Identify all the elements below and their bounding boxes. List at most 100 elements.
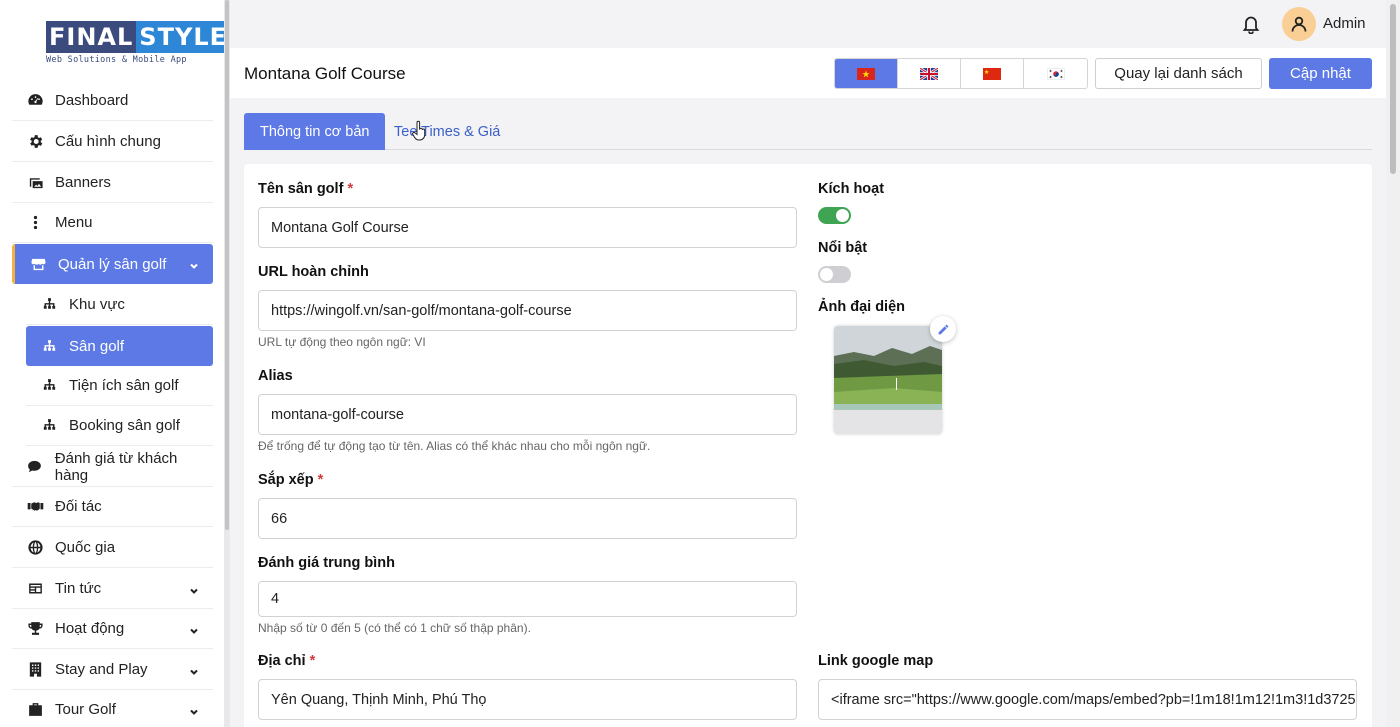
images-icon (26, 174, 44, 192)
china-flag-icon (983, 67, 1001, 80)
sidebar-item-general-config[interactable]: Cấu hình chung (12, 122, 213, 162)
active-toggle[interactable] (818, 207, 851, 224)
update-button[interactable]: Cập nhật (1269, 58, 1372, 89)
sort-label: Sắp xếp * (258, 472, 323, 488)
globe-icon (26, 539, 44, 557)
language-ko-button[interactable] (1024, 59, 1087, 88)
sidebar-item-countries[interactable]: Quốc gia (12, 528, 213, 568)
comment-icon (26, 458, 44, 476)
edit-image-button[interactable] (930, 316, 956, 342)
sitemap-icon (40, 337, 58, 355)
suitcase-icon (26, 701, 44, 719)
brand-logo[interactable]: FINAL STYLE Web Solutions & Mobile App (46, 21, 231, 65)
sidebar-item-partners[interactable]: Đối tác (12, 487, 213, 527)
user-icon (1291, 16, 1307, 32)
sidebar-item-golf-management[interactable]: Quản lý sân golf (12, 244, 213, 284)
map-label: Link google map (818, 653, 934, 669)
back-to-list-button[interactable]: Quay lại danh sách (1095, 58, 1262, 89)
name-input[interactable]: Montana Golf Course (258, 207, 797, 248)
featured-label: Nổi bật (818, 240, 868, 256)
avatar[interactable] (1282, 7, 1316, 41)
newspaper-icon (26, 580, 44, 598)
sidebar-item-label: Khu vực (69, 296, 125, 313)
url-input[interactable]: https://wingolf.vn/san-golf/montana-golf… (258, 290, 797, 331)
language-en-button[interactable] (898, 59, 961, 88)
logo-word-final: FINAL (46, 21, 137, 53)
sidebar-item-dashboard[interactable]: Dashboard (12, 81, 213, 121)
sidebar-item-label: Quản lý sân golf (58, 255, 167, 273)
korea-flag-icon (1046, 67, 1065, 80)
chevron-down-icon (189, 583, 199, 594)
sidebar-item-news[interactable]: Tin tức (12, 569, 213, 609)
sidebar-item-menu[interactable]: Menu (12, 203, 213, 243)
tab-tee-times[interactable]: Tee Times & Giá (378, 113, 516, 150)
sitemap-icon (40, 377, 58, 395)
rating-input[interactable]: 4 (258, 581, 797, 617)
sidebar-item-label: Quốc gia (55, 539, 116, 556)
logo-mark: FINAL STYLE (46, 21, 231, 53)
sidebar-scrollbar[interactable] (224, 0, 230, 727)
sidebar-item-stay-and-play[interactable]: Stay and Play (12, 650, 213, 690)
sidebar-item-tour-golf[interactable]: Tour Golf (12, 690, 213, 727)
chevron-down-icon (189, 623, 199, 634)
vietnam-flag-icon (857, 67, 875, 80)
sidebar-item-label: Tiện ích sân golf (69, 377, 179, 394)
map-input[interactable]: <iframe src="https://www.google.com/maps… (818, 679, 1357, 720)
alias-hint: Để trống để tự động tạo từ tên. Alias có… (258, 439, 651, 453)
name-label: Tên sân golf * (258, 181, 353, 197)
sidebar-item-label: Đối tác (55, 498, 102, 515)
hand-cursor-icon (412, 120, 426, 141)
chevron-down-icon (189, 258, 199, 269)
sidebar-item-golf-booking[interactable]: Booking sân golf (26, 406, 213, 446)
tab-basic-info[interactable]: Thông tin cơ bản (244, 113, 386, 150)
user-name[interactable]: Admin (1323, 15, 1366, 32)
sidebar-item-label: Tin tức (55, 580, 102, 597)
page-header: Montana Golf Course Quay lại danh sách C… (230, 48, 1386, 98)
rating-label: Đánh giá trung bình (258, 555, 395, 571)
sidebar-item-activities[interactable]: Hoạt động (12, 609, 213, 649)
address-label: Địa chỉ * (258, 653, 315, 669)
chevron-down-icon (189, 664, 199, 675)
sidebar-scrollbar-thumb[interactable] (225, 0, 229, 530)
pencil-icon (938, 324, 948, 334)
address-label-text: Địa chỉ (258, 653, 306, 669)
name-label-text: Tên sân golf (258, 181, 344, 197)
sidebar-item-region[interactable]: Khu vực (26, 285, 213, 325)
sidebar-item-reviews[interactable]: Đánh giá từ khách hàng (12, 447, 213, 487)
toggle-knob (820, 268, 833, 281)
language-vi-button[interactable] (835, 59, 898, 88)
image-label: Ảnh đại diện (818, 299, 905, 315)
sidebar-item-golf-course[interactable]: Sân golf (26, 326, 213, 366)
topbar: Admin (230, 0, 1386, 48)
chevron-down-icon (189, 704, 199, 715)
sidebar-item-label: Sân golf (69, 337, 125, 355)
sidebar-item-label: Booking sân golf (69, 417, 180, 434)
page-scrollbar[interactable] (1386, 0, 1400, 727)
sidebar-item-banners[interactable]: Banners (12, 163, 213, 203)
sort-label-text: Sắp xếp (258, 472, 314, 488)
language-zh-button[interactable] (961, 59, 1024, 88)
sidebar-item-label: Menu (55, 214, 93, 231)
alias-label: Alias (258, 368, 293, 384)
sitemap-icon (40, 296, 58, 314)
golf-course-photo (834, 326, 942, 434)
featured-image[interactable] (834, 326, 942, 434)
sidebar-item-label: Đánh giá từ khách hàng (54, 449, 178, 484)
logo-word-style: STYLE (136, 21, 231, 53)
required-mark: * (317, 472, 324, 488)
featured-toggle[interactable] (818, 266, 851, 283)
url-hint: URL tự động theo ngôn ngữ: VI (258, 335, 426, 349)
bell-icon[interactable] (1242, 14, 1260, 35)
logo-tagline: Web Solutions & Mobile App (46, 55, 187, 65)
alias-input[interactable]: montana-golf-course (258, 394, 797, 435)
sidebar-item-golf-amenities[interactable]: Tiện ích sân golf (26, 366, 213, 406)
sidebar-item-label: Banners (55, 174, 111, 191)
sidebar: FINAL STYLE Web Solutions & Mobile App D… (0, 0, 231, 727)
trophy-icon (26, 620, 44, 638)
store-icon (29, 255, 47, 273)
address-input[interactable]: Yên Quang, Thịnh Minh, Phú Thọ (258, 679, 797, 720)
sort-input[interactable]: 66 (258, 498, 797, 539)
sidebar-item-label: Hoạt động (55, 620, 125, 637)
rating-hint: Nhập số từ 0 đến 5 (có thể có 1 chữ số t… (258, 621, 531, 635)
page-scrollbar-thumb[interactable] (1390, 4, 1396, 174)
